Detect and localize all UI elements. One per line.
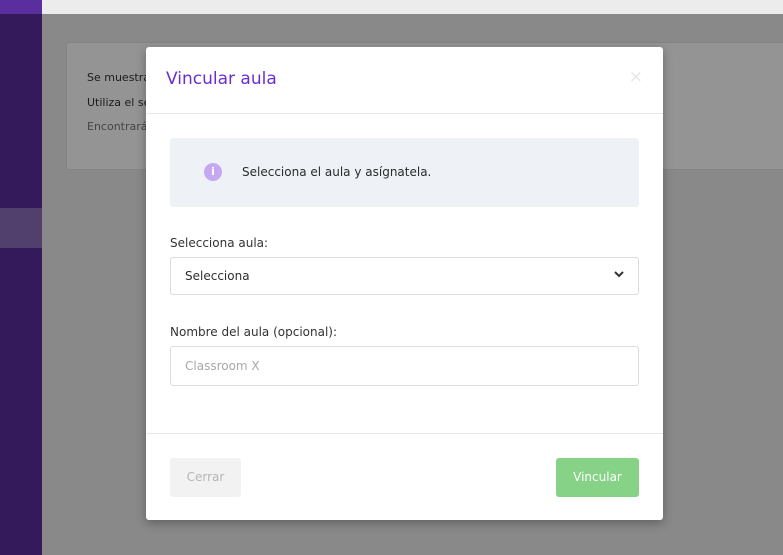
classroom-name-input[interactable]	[170, 346, 639, 386]
info-icon: i	[204, 163, 222, 181]
close-button[interactable]: Cerrar	[170, 458, 241, 497]
link-button[interactable]: Vincular	[556, 458, 639, 497]
info-text: Selecciona el aula y asígnatela.	[242, 165, 432, 179]
classroom-name-label: Nombre del aula (opcional):	[170, 325, 338, 339]
modal-title: Vincular aula	[166, 69, 277, 89]
classroom-select-value: Selecciona	[185, 269, 250, 283]
chevron-down-icon	[614, 268, 624, 281]
link-classroom-modal: Vincular aula × i Selecciona el aula y a…	[146, 47, 663, 520]
close-icon[interactable]: ×	[629, 69, 643, 86]
select-classroom-label: Selecciona aula:	[170, 236, 269, 250]
modal-header: Vincular aula ×	[146, 47, 663, 114]
modal-footer: Cerrar Vincular	[146, 433, 663, 521]
classroom-select[interactable]: Selecciona	[170, 257, 639, 295]
info-alert: i Selecciona el aula y asígnatela.	[170, 138, 639, 207]
